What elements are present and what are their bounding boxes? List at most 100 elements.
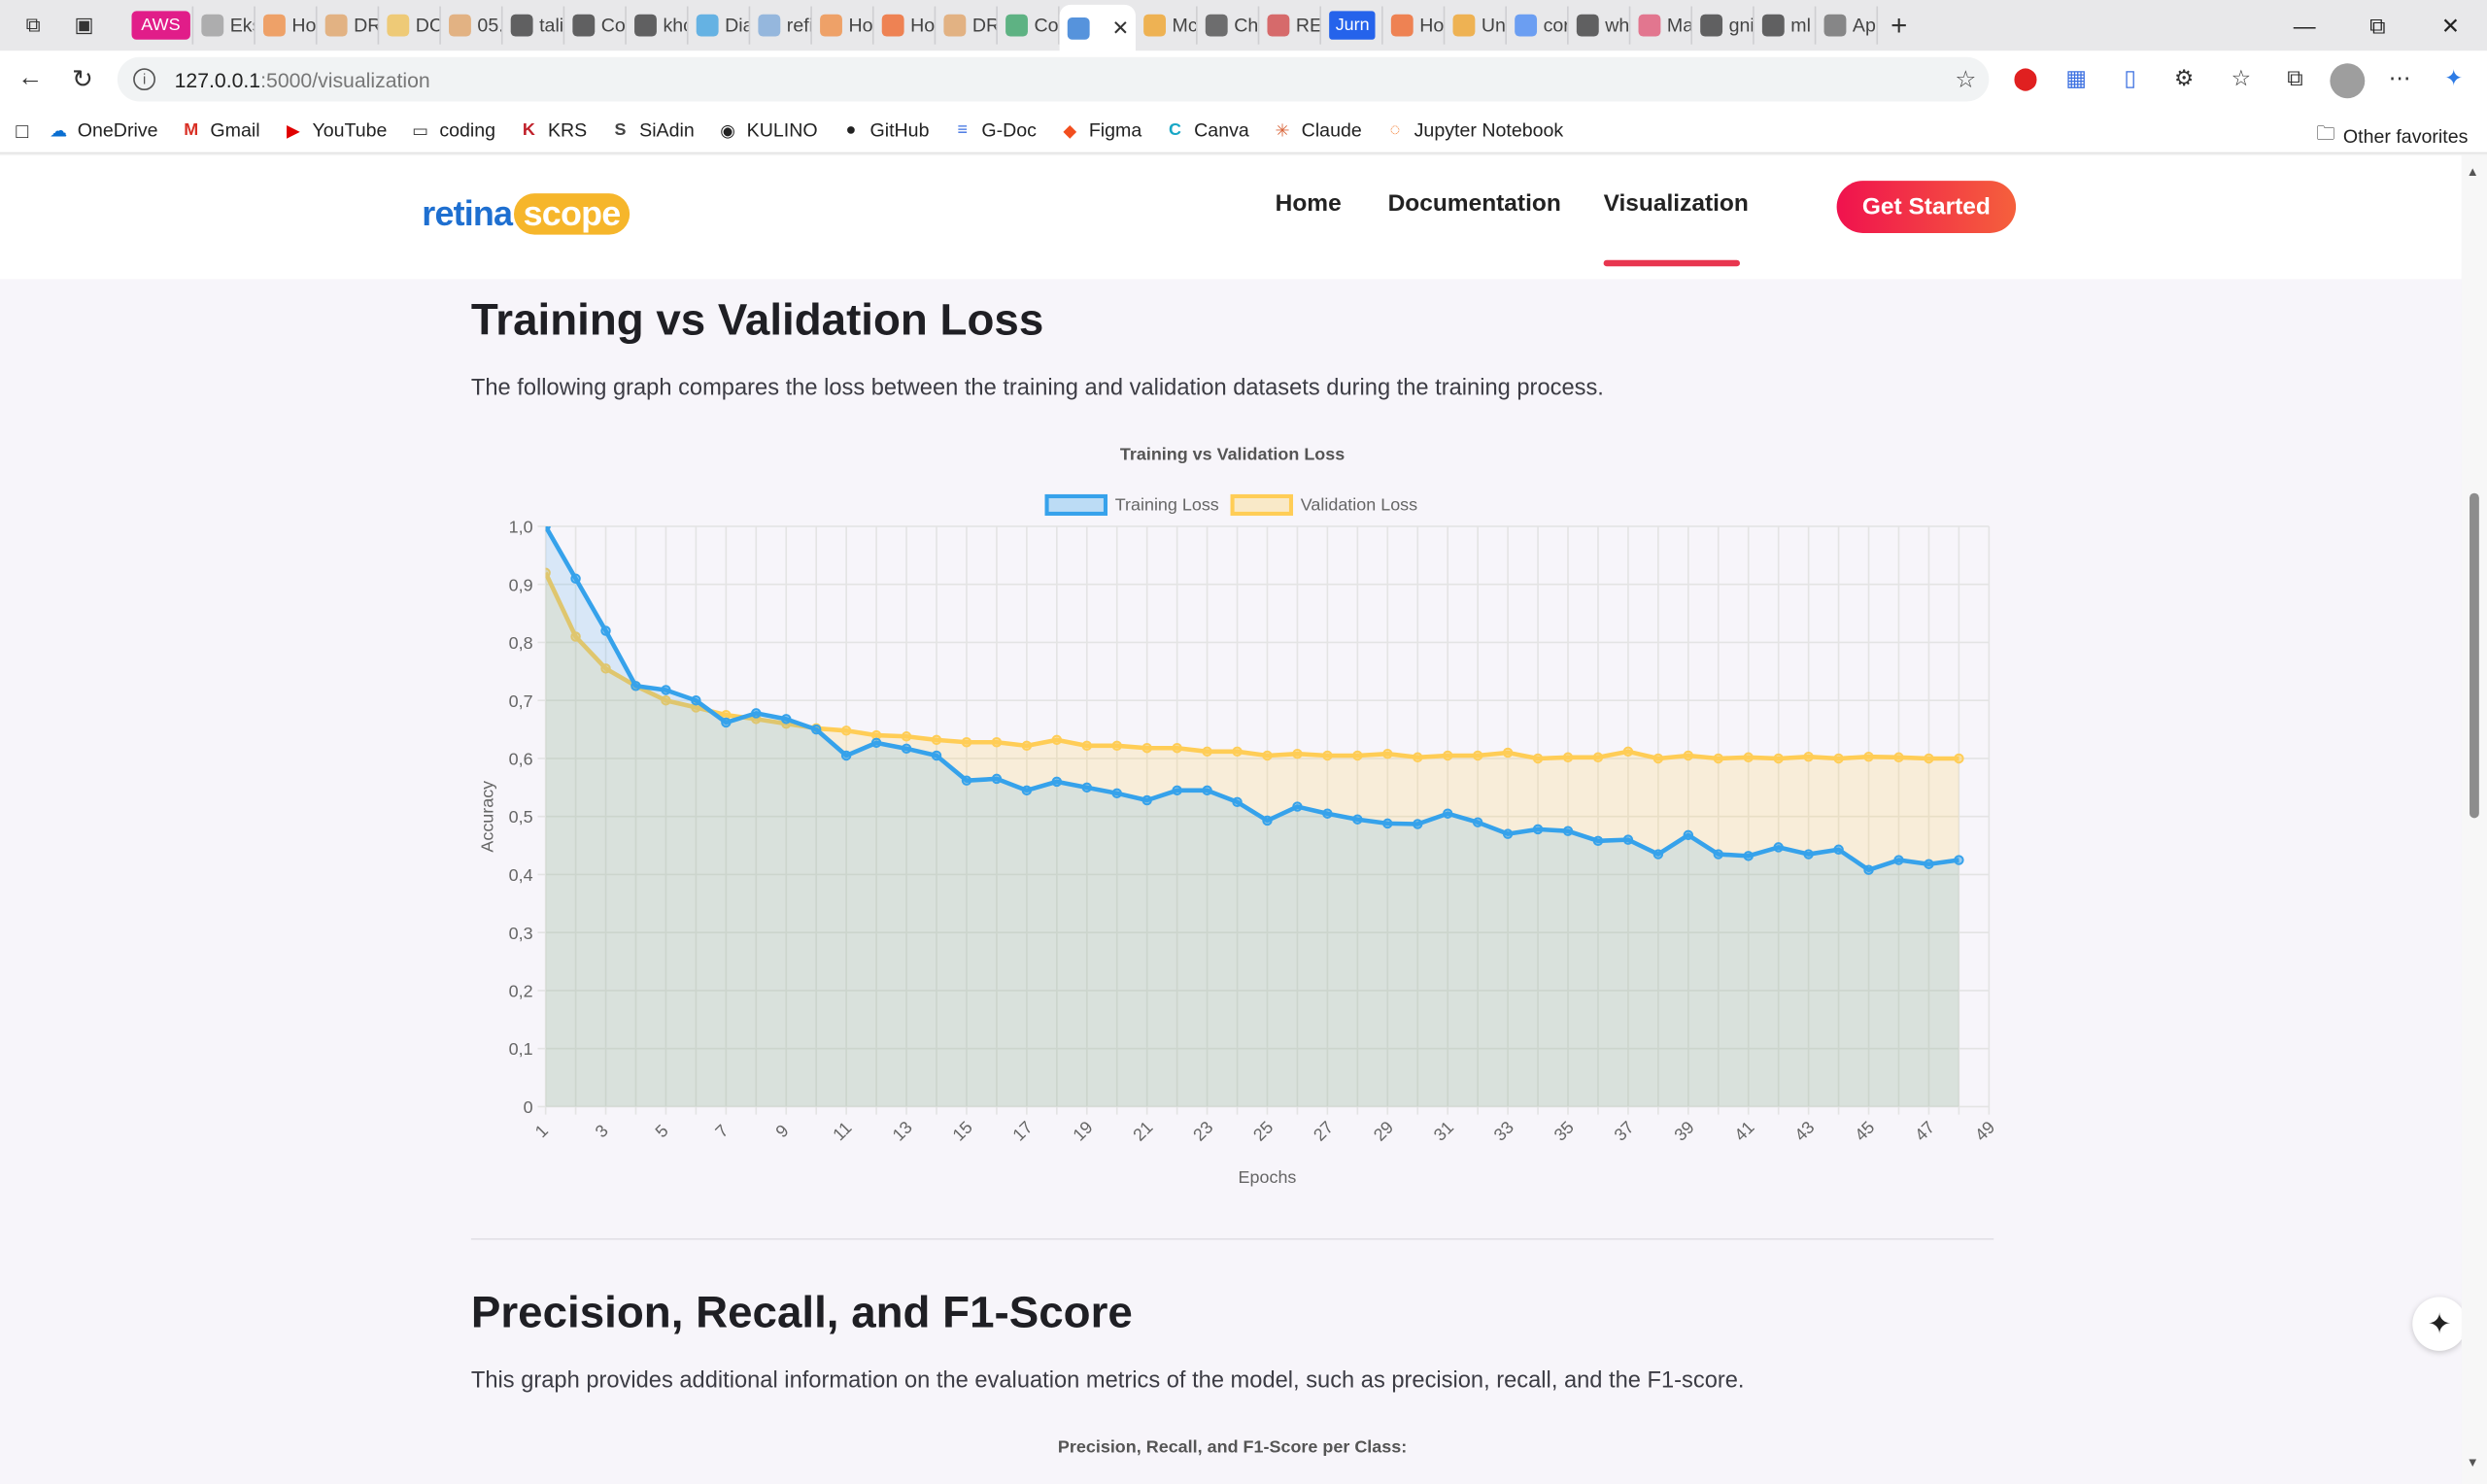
data-point-training [1893, 855, 1904, 865]
extensions-icon[interactable]: ⚙ [2166, 60, 2201, 95]
browser-tab[interactable]: khc [627, 6, 689, 45]
favorites-icon[interactable]: ☆ [2224, 60, 2259, 95]
browser-tab[interactable]: ml [1755, 6, 1817, 45]
browser-tab[interactable]: Jurn [1321, 6, 1383, 45]
browser-tab[interactable]: 05. [441, 6, 503, 45]
bookmark-claude[interactable]: ✳ Claude [1272, 118, 1362, 141]
bookmark-label: coding [439, 118, 496, 142]
settings-more-icon[interactable]: ⋯ [2382, 60, 2417, 95]
section-divider [470, 1237, 1994, 1240]
data-point-validation [991, 737, 1003, 748]
tab-label: cor [1543, 14, 1569, 37]
bookmark-youtube[interactable]: ▶ YouTube [282, 118, 387, 141]
browser-tab[interactable]: gni [1692, 6, 1755, 45]
browser-tab[interactable]: AWS [123, 6, 194, 45]
restore-button[interactable]: ⧉ [2341, 0, 2414, 51]
workspaces-icon[interactable]: ⧉ [16, 8, 51, 43]
tab-favicon-icon [1005, 14, 1028, 37]
gmail-icon: M [184, 120, 199, 140]
y-tick-label: 0 [524, 1097, 533, 1117]
tab-label: Ap [1852, 14, 1876, 37]
copilot-icon[interactable]: ✦ [2436, 60, 2471, 95]
bookmark-krs[interactable]: K KRS [518, 118, 587, 141]
other-favorites[interactable]: 🗀 Other favorites [2316, 118, 2468, 152]
browser-tab[interactable]: Mc [1136, 6, 1198, 45]
page-icon: □ [16, 118, 29, 143]
scroll-down-arrow[interactable]: ▼ [2467, 1456, 2479, 1470]
minimize-button[interactable]: — [2268, 0, 2341, 51]
browser-tab[interactable]: Dia [689, 6, 751, 45]
reading-view-icon[interactable]: ▯ [2113, 60, 2148, 95]
bookmark-coding[interactable]: ▭ coding [409, 118, 495, 141]
browser-tab[interactable]: Ap [1816, 6, 1879, 45]
tab-favicon-icon [324, 14, 348, 37]
browser-tab[interactable]: cor [1507, 6, 1569, 45]
back-button[interactable]: ← [8, 57, 52, 102]
bookmark-jupyter-notebook[interactable]: ◌ Jupyter Notebook [1384, 118, 1564, 141]
x-tick-label: 25 [1249, 1117, 1277, 1144]
site-info-icon[interactable]: i [133, 68, 155, 91]
favorite-star-icon[interactable]: ☆ [1955, 65, 1976, 94]
browser-tab[interactable]: DC [379, 6, 441, 45]
browser-tab[interactable]: Un [1445, 6, 1508, 45]
page-scrollbar[interactable]: ▲ ▼ [2461, 154, 2487, 1484]
browser-tab[interactable]: tali [503, 6, 565, 45]
data-point-validation [1592, 752, 1604, 763]
data-point-training [1262, 815, 1273, 826]
collections-icon[interactable]: ⧉ [2277, 60, 2312, 95]
opera-extension-icon[interactable]: ⬤ [2008, 60, 2043, 95]
bookmark-kulino[interactable]: ◉ KULINO [717, 118, 817, 141]
address-bar[interactable]: i 127.0.0.1:5000/visualization ☆ [117, 56, 1990, 102]
browser-tab[interactable]: Co [564, 6, 627, 45]
browser-tab[interactable]: Co [998, 6, 1060, 45]
close-window-button[interactable]: ✕ [2414, 0, 2487, 51]
data-point-validation [1893, 752, 1904, 763]
close-tab-icon[interactable]: ✕ [1111, 16, 1129, 41]
data-point-training [600, 625, 611, 636]
browser-tab[interactable]: Ho [874, 6, 937, 45]
reload-button[interactable]: ↻ [60, 57, 105, 102]
browser-tab[interactable]: Ch [1198, 6, 1260, 45]
bookmark-figma[interactable]: ◆ Figma [1059, 118, 1141, 141]
translate-icon[interactable]: ▦ [2059, 60, 2094, 95]
data-point-training [1232, 796, 1243, 808]
new-tab-button[interactable]: + [1891, 9, 1907, 42]
bookmark-canva[interactable]: C Canva [1164, 118, 1249, 141]
browser-tab[interactable]: REI [1259, 6, 1321, 45]
browser-tab[interactable]: refi [750, 6, 812, 45]
x-tick-label: 41 [1730, 1117, 1757, 1144]
browser-tab[interactable]: Ho [812, 6, 874, 45]
canva-icon: C [1169, 120, 1182, 140]
browser-tab[interactable]: Ho [256, 6, 318, 45]
bookmark-gmail[interactable]: M Gmail [180, 118, 259, 141]
browser-tab[interactable]: DR [936, 6, 998, 45]
bookmark-github[interactable]: ● GitHub [839, 118, 929, 141]
tab-label: Ho [1419, 14, 1445, 37]
x-tick-label: 29 [1370, 1117, 1397, 1144]
x-tick-label: 19 [1069, 1117, 1096, 1144]
data-point-training [1743, 851, 1754, 861]
browser-tab[interactable]: Ho [1383, 6, 1446, 45]
sparkle-assistant-icon[interactable]: ✦ [2412, 1297, 2462, 1351]
browser-tab[interactable]: Ma [1630, 6, 1693, 45]
scroll-thumb[interactable] [2470, 492, 2479, 819]
bookmark-g-doc[interactable]: ≡ G-Doc [951, 118, 1037, 141]
tab-label: DR [971, 14, 998, 37]
tab-label: Dia [725, 14, 748, 37]
github-icon: ● [845, 120, 857, 140]
browser-tab[interactable]: DR [318, 6, 380, 45]
data-point-validation [1141, 742, 1152, 754]
tab-actions-icon[interactable]: ▣ [67, 8, 102, 43]
browser-tab[interactable]: wh [1569, 6, 1631, 45]
browser-tab[interactable]: Eks [193, 6, 256, 45]
url-path: :5000/visualization [260, 67, 430, 91]
profile-avatar[interactable] [2330, 63, 2366, 99]
data-point-training [1592, 835, 1604, 847]
section-title-metrics: Precision, Recall, and F1-Score [470, 1287, 1133, 1337]
url-host: 127.0.0.1 [174, 67, 261, 91]
browser-tab[interactable]: ✕ [1059, 4, 1136, 52]
bookmark-onedrive[interactable]: ☁ OneDrive [48, 118, 157, 141]
scroll-up-arrow[interactable]: ▲ [2467, 165, 2479, 180]
data-point-training [1021, 785, 1033, 796]
bookmark-siadin[interactable]: S SiAdin [609, 118, 695, 141]
